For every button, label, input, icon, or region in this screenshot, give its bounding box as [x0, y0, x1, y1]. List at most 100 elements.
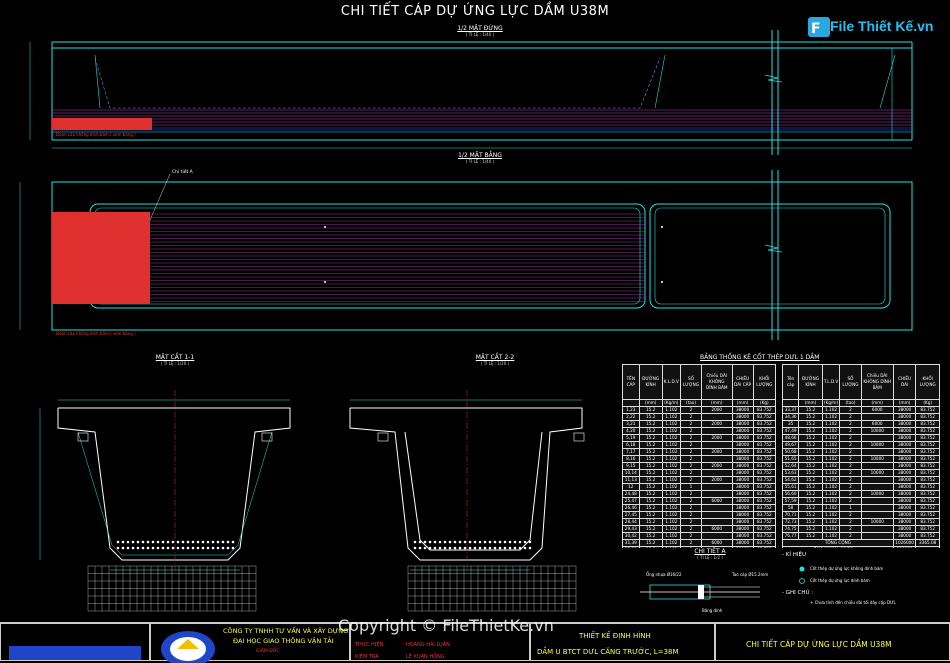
- plan-view: [19, 170, 913, 340]
- table-cell: 15.2: [798, 497, 823, 505]
- table-cell: 1.102: [661, 525, 681, 533]
- strand-dot: [116, 546, 120, 550]
- table-cell: 38000: [731, 427, 754, 435]
- rebar-table-right: Tên cáp ĐƯỜNG KÍNH T.L.D.V SỐ LƯỢNG Chiều DÀ…: [781, 364, 940, 548]
- table-cell: 1: [679, 483, 703, 491]
- table-cell: 1.102: [661, 469, 681, 477]
- table-cell: 2000: [701, 476, 733, 484]
- strand-dot: [508, 546, 512, 550]
- section1-drawing: [39, 390, 291, 612]
- table-cell: 83.752: [752, 455, 777, 463]
- table-cell: 1,23: [622, 406, 640, 414]
- strand-dot: [478, 540, 482, 544]
- right-table-header: T.L.D.V: [821, 364, 841, 400]
- table-row: 29,43 15.2 1.102 2 6000 38000 83.752: [622, 525, 777, 533]
- table-cell: 15.2: [638, 539, 663, 547]
- table-cell: 83.752: [915, 469, 940, 477]
- table-cell: 38000: [892, 490, 917, 498]
- table-cell: 83.752: [752, 434, 777, 442]
- section2-drawing: [349, 390, 585, 612]
- table-cell: [701, 441, 733, 449]
- table-cell: 83.752: [915, 490, 940, 498]
- table-cell: 38000: [731, 420, 754, 428]
- table-cell: 12: [622, 483, 640, 491]
- right-table-unit: (mm): [892, 399, 917, 407]
- strand-dot: [196, 546, 200, 550]
- table-row: 58 15.2 1.102 1 38000 83.752: [781, 504, 940, 512]
- table-cell: 56,60: [781, 490, 800, 498]
- table-cell: 2: [679, 469, 703, 477]
- strand-dot: [161, 540, 165, 544]
- table-cell: 38000: [892, 462, 917, 470]
- table-cell: 10,14: [622, 469, 640, 477]
- table-cell: 2: [839, 518, 862, 526]
- table-cell: [860, 476, 894, 484]
- table-cell: 2: [839, 448, 862, 456]
- table-cell: 15.2: [798, 518, 823, 526]
- table-row: 6,18 15.2 1.102 2 38000 83.752: [622, 441, 777, 449]
- strand-dot: [448, 546, 452, 550]
- table-row: 53,63 15.2 1.102 2 10000 38000 83.752: [781, 469, 940, 477]
- detail-pipe-label: Ống nhựa Ø16/22: [646, 572, 682, 577]
- table-row: 56,60 15.2 1.102 2 10000 38000 83.752: [781, 490, 940, 498]
- table-cell: 83.752: [915, 448, 940, 456]
- table-cell: 15.2: [638, 427, 663, 435]
- project-line1: THIẾT KẾ ĐỊNH HÌNH: [579, 632, 651, 640]
- table-row: 10,14 15.2 1.102 2 38000 83.752: [622, 469, 777, 477]
- table-cell: 2: [839, 511, 862, 519]
- table-cell: [860, 532, 894, 540]
- signature-row1-name: HOÀNG HẢI LUÂN: [406, 642, 450, 648]
- table-cell: 4,20: [622, 427, 640, 435]
- table-cell: 83.752: [752, 427, 777, 435]
- table-cell: 15.2: [638, 532, 663, 540]
- table-cell: 15.2: [638, 497, 663, 505]
- table-cell: 15.2: [638, 518, 663, 526]
- rebar-table-left: TÊN CÁP ĐƯỜNG KÍNH K.L.D.V SỐ LƯỢNG Chiều DÀ…: [622, 364, 777, 548]
- table-cell: [860, 413, 894, 421]
- table-cell: 6000: [701, 497, 733, 505]
- table-row: 3,21 15.2 1.102 2 2000 38000 83.752: [622, 420, 777, 428]
- pipe-note: ỐNG NHỰA ⌀16/22 mm: [782, 546, 894, 548]
- table-cell: 15.2: [638, 434, 663, 442]
- right-table-unit: (Kg): [915, 399, 940, 407]
- total-value: 1026000: [892, 539, 917, 547]
- table-cell: [860, 448, 894, 456]
- table-cell: [860, 483, 894, 491]
- table-cell: 38000: [892, 518, 917, 526]
- company-name-1: CÔNG TY TNHH TƯ VẤN VÀ XÂY DỰNG: [223, 627, 349, 635]
- table-cell: 83.752: [915, 420, 940, 428]
- table-cell: 83.752: [915, 511, 940, 519]
- table-cell: 1.102: [661, 413, 681, 421]
- table-cell: 2000: [701, 434, 733, 442]
- table-cell: 38000: [731, 532, 754, 540]
- table-cell: 28,44: [622, 518, 640, 526]
- table-cell: 6,18: [622, 441, 640, 449]
- table-cell: 38000: [892, 406, 917, 414]
- strand-dot: [493, 540, 497, 544]
- strand-dot: [201, 546, 205, 550]
- strand-dot: [226, 540, 230, 544]
- table-cell: 38000: [731, 497, 754, 505]
- table-cell: 1.102: [821, 462, 841, 470]
- table-cell: 83.752: [752, 525, 777, 533]
- table-cell: 2000: [701, 406, 733, 414]
- table-cell: 58: [781, 504, 800, 512]
- table-cell: 1.102: [661, 448, 681, 456]
- strand-dot: [433, 540, 437, 544]
- strand-dot: [438, 540, 442, 544]
- strand-dot: [418, 540, 422, 544]
- table-cell: 15.2: [638, 441, 663, 449]
- table-cell: 29,43: [622, 525, 640, 533]
- table-cell: 15.2: [798, 490, 823, 498]
- strand-dot: [191, 540, 195, 544]
- company-logo-bar: [9, 646, 141, 660]
- sheet-title: CHI TIẾT CÁP DỰ ỨNG LỰC DẦM U38M: [746, 640, 892, 649]
- table-cell: 38000: [892, 469, 917, 477]
- table-cell: 15.2: [798, 525, 823, 533]
- strand-dot: [443, 540, 447, 544]
- strand-dot: [518, 540, 522, 544]
- strand-dot: [216, 546, 220, 550]
- table-cell: 83.752: [915, 427, 940, 435]
- strand-dot: [126, 546, 130, 550]
- table-cell: 31,39: [622, 539, 640, 547]
